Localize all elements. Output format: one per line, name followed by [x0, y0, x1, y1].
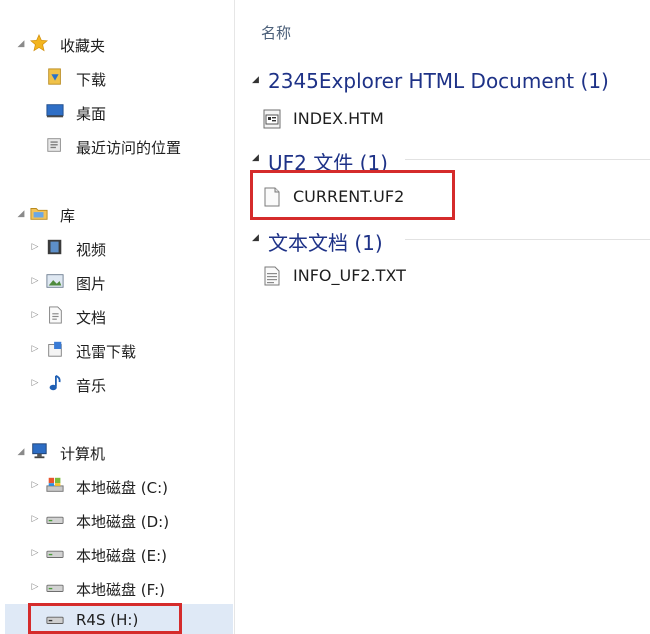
collapsed-arrow-icon[interactable]: ▷: [30, 378, 40, 388]
nav-item-drive-e[interactable]: ▷ 本地磁盘 (E:): [0, 541, 230, 567]
nav-item-label: 最近访问的位置: [76, 139, 182, 157]
collapsed-arrow-icon[interactable]: ▷: [30, 344, 40, 354]
group-name: 文本文档 (1): [268, 231, 383, 255]
highlight-box-drive-h: [28, 603, 182, 634]
navigation-pane: ◢ 收藏夹 下载 桌面 最近访问的位置 ◢ 库 ▷ 视频 ▷ 图片 ▷ 文档 ▷…: [0, 0, 234, 634]
file-name: INDEX.HTM: [293, 109, 384, 128]
group-header[interactable]: ◢ 2345Explorer HTML Document (1): [235, 66, 650, 96]
desktop-icon: [46, 104, 64, 118]
nav-item-label: 本地磁盘 (D:): [76, 513, 170, 531]
music-note-icon: [49, 374, 61, 391]
downloads-folder-icon: [48, 68, 61, 85]
nav-item-label: 桌面: [76, 105, 107, 123]
nav-item-desktop[interactable]: 桌面: [0, 99, 230, 125]
nav-item-label: 本地磁盘 (E:): [76, 547, 168, 565]
nav-computer[interactable]: ◢ 计算机: [0, 439, 230, 465]
file-name: INFO_UF2.TXT: [293, 266, 406, 285]
system-drive-icon: [46, 477, 64, 492]
collapsed-arrow-icon[interactable]: ▷: [30, 480, 40, 490]
nav-item-music[interactable]: ▷ 音乐: [0, 371, 230, 397]
nav-favorites-label: 收藏夹: [60, 37, 106, 55]
nav-libraries[interactable]: ◢ 库: [0, 201, 230, 227]
file-list-pane: 名称 ◢ 2345Explorer HTML Document (1) INDE…: [235, 0, 650, 634]
collapsed-arrow-icon[interactable]: ▷: [30, 310, 40, 320]
file-item[interactable]: INFO_UF2.TXT: [263, 263, 443, 289]
nav-computer-label: 计算机: [60, 445, 106, 463]
videos-library-icon: [47, 239, 62, 255]
star-icon: [30, 34, 48, 52]
nav-item-label: 迅雷下载: [76, 343, 137, 361]
nav-item-drive-d[interactable]: ▷ 本地磁盘 (D:): [0, 507, 230, 533]
highlight-box-current-uf2: [250, 170, 455, 220]
expanded-arrow-icon[interactable]: ◢: [16, 447, 26, 457]
nav-favorites[interactable]: ◢ 收藏夹: [0, 31, 230, 57]
collapsed-arrow-icon[interactable]: ▷: [30, 276, 40, 286]
group-collapse-arrow-icon[interactable]: ◢: [252, 233, 259, 243]
libraries-folder-icon: [30, 208, 48, 220]
drive-icon: [46, 550, 64, 558]
group-divider: [405, 239, 650, 240]
group-header[interactable]: ◢ 文本文档 (1): [235, 224, 650, 255]
nav-item-thunder-download[interactable]: ▷ 迅雷下载: [0, 337, 230, 363]
nav-item-drive-f[interactable]: ▷ 本地磁盘 (F:): [0, 575, 230, 601]
nav-item-drive-c[interactable]: ▷ 本地磁盘 (C:): [0, 473, 230, 499]
file-item[interactable]: INDEX.HTM: [263, 106, 443, 132]
nav-libraries-label: 库: [60, 207, 76, 225]
group-collapse-arrow-icon[interactable]: ◢: [252, 75, 259, 85]
nav-item-label: 音乐: [76, 377, 107, 395]
collapsed-arrow-icon[interactable]: ▷: [30, 514, 40, 524]
collapsed-arrow-icon[interactable]: ▷: [30, 548, 40, 558]
thunder-download-icon: [48, 341, 62, 357]
nav-item-pictures[interactable]: ▷ 图片: [0, 269, 230, 295]
expanded-arrow-icon[interactable]: ◢: [16, 39, 26, 49]
expanded-arrow-icon[interactable]: ◢: [16, 209, 26, 219]
pictures-library-icon: [46, 274, 64, 288]
nav-item-label: 图片: [76, 275, 107, 293]
computer-icon: [32, 443, 47, 459]
group-divider: [405, 159, 650, 160]
nav-item-label: 下载: [76, 71, 107, 89]
html-file-icon: [263, 109, 281, 129]
documents-library-icon: [49, 306, 62, 324]
drive-icon: [46, 516, 64, 524]
nav-item-label: 视频: [76, 241, 107, 259]
group-name: 2345Explorer HTML Document (1): [268, 69, 609, 93]
nav-item-label: 本地磁盘 (C:): [76, 479, 168, 497]
collapsed-arrow-icon[interactable]: ▷: [30, 242, 40, 252]
nav-item-recent-places[interactable]: 最近访问的位置: [0, 133, 230, 159]
recent-places-icon: [47, 138, 61, 152]
nav-item-documents[interactable]: ▷ 文档: [0, 303, 230, 329]
column-header-name[interactable]: 名称: [261, 22, 291, 43]
nav-item-videos[interactable]: ▷ 视频: [0, 235, 230, 261]
nav-item-downloads[interactable]: 下载: [0, 65, 230, 91]
collapsed-arrow-icon[interactable]: ▷: [30, 582, 40, 592]
nav-item-label: 文档: [76, 309, 107, 327]
nav-item-label: 本地磁盘 (F:): [76, 581, 165, 599]
drive-icon: [46, 584, 64, 592]
group-collapse-arrow-icon[interactable]: ◢: [252, 153, 259, 163]
text-file-icon: [264, 266, 280, 286]
